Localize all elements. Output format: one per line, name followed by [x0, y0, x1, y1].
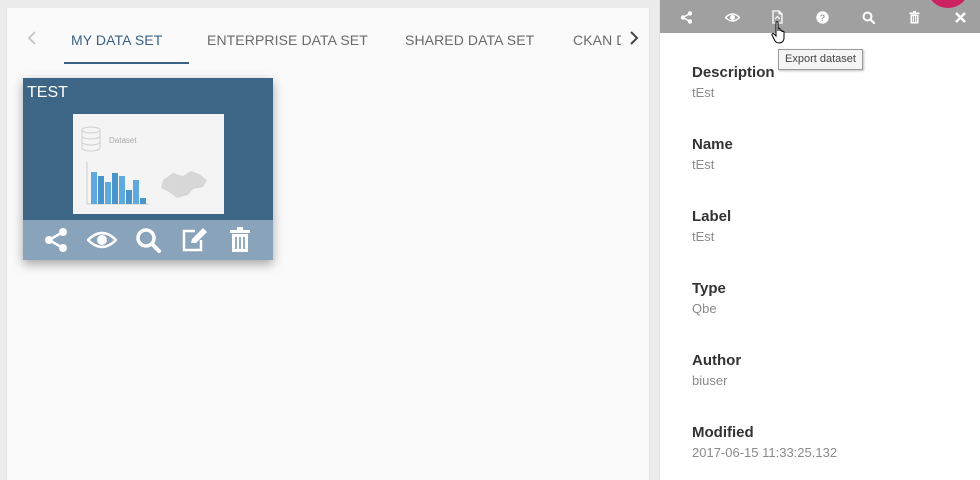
field-label: Type [692, 280, 726, 297]
field-label: Modified [692, 424, 754, 441]
field-value: tEst [692, 229, 715, 244]
trash-icon[interactable] [225, 225, 255, 255]
field-label: Name [692, 136, 733, 153]
dataset-thumbnail: Dataset [73, 114, 224, 214]
search-icon[interactable] [858, 7, 878, 27]
tab-my-data-set[interactable]: MY DATA SET [71, 32, 162, 66]
app-root: MY DATA SET ENTERPRISE DATA SET SHARED D… [0, 0, 980, 480]
field-label: Label [692, 208, 732, 225]
dataset-card-title: TEST [27, 84, 68, 101]
detail-author: Author biuser [692, 352, 741, 388]
detail-description: Description tEst [692, 64, 775, 100]
svg-text:?: ? [819, 13, 825, 23]
dataset-browser-panel: MY DATA SET ENTERPRISE DATA SET SHARED D… [6, 8, 650, 480]
search-icon[interactable] [133, 225, 163, 255]
eye-icon[interactable] [722, 7, 742, 27]
hand-cursor-icon [771, 21, 789, 45]
dataset-card-actions [23, 220, 273, 260]
field-value: tEst [692, 85, 715, 100]
chevron-right-icon[interactable] [622, 26, 646, 50]
detail-modified: Modified 2017-06-15 11:33:25.132 [692, 424, 837, 460]
field-label: Description [692, 64, 775, 81]
field-value: tEst [692, 157, 715, 172]
export-dataset-tooltip: Export dataset [778, 49, 863, 70]
field-value: biuser [692, 373, 728, 388]
dataset-tabs: MY DATA SET ENTERPRISE DATA SET SHARED D… [7, 8, 651, 66]
detail-label: Label tEst [692, 208, 731, 244]
field-value: Qbe [692, 301, 717, 316]
tab-enterprise-data-set[interactable]: ENTERPRISE DATA SET [207, 32, 368, 66]
dataset-detail-panel: ? Export dataset Description tEst Name t… [659, 0, 980, 480]
active-tab-indicator [64, 62, 189, 64]
detail-toolbar: ? [660, 0, 980, 33]
eye-icon[interactable] [87, 225, 117, 255]
thumbnail-label: Dataset [109, 136, 137, 145]
chevron-left-icon[interactable] [20, 26, 44, 50]
close-icon[interactable] [950, 7, 970, 27]
detail-type: Type Qbe [692, 280, 726, 316]
tab-ckan-data-set[interactable]: CKAN D [573, 32, 621, 48]
field-value: 2017-06-15 11:33:25.132 [692, 445, 838, 460]
edit-icon[interactable] [179, 225, 209, 255]
share-icon[interactable] [676, 7, 696, 27]
help-icon[interactable]: ? [812, 7, 832, 27]
share-icon[interactable] [41, 225, 71, 255]
trash-icon[interactable] [904, 7, 924, 27]
tab-ckan-clip: CKAN D [573, 32, 621, 50]
dataset-card[interactable]: TEST Dataset [23, 78, 273, 260]
tab-shared-data-set[interactable]: SHARED DATA SET [405, 32, 534, 66]
detail-name: Name tEst [692, 136, 733, 172]
field-label: Author [692, 352, 742, 369]
